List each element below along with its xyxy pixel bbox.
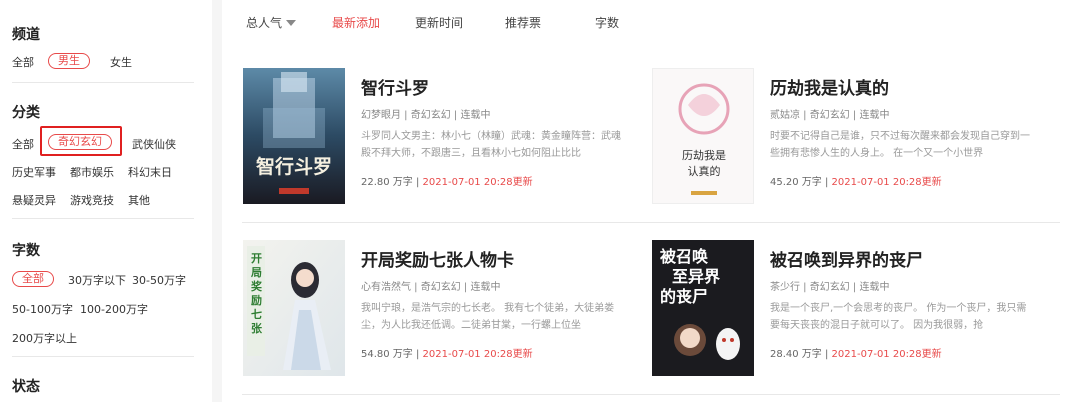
book-wordcount: 54.80 万字 xyxy=(361,349,413,360)
category-wuxia[interactable]: 武侠仙侠 xyxy=(132,136,176,152)
book-footer: 22.80 万字 | 2021-07-01 20:28更新 xyxy=(361,173,533,188)
row-divider xyxy=(242,394,1060,395)
sort-wordcount[interactable]: 字数 xyxy=(595,14,619,31)
cover-title-text: 开局奖励七张 xyxy=(250,252,263,335)
category-games[interactable]: 游戏竞技 xyxy=(70,192,114,208)
book-card[interactable]: 历劫我是 认真的 历劫我是认真的 贰姑凉 | 奇幻玄幻 | 连载中 时要不记得自… xyxy=(652,68,1032,208)
book-card[interactable]: 智行斗罗 智行斗罗 幻梦眼月 | 奇幻玄幻 | 连载中 斗罗同人文男主：林小七（… xyxy=(243,68,623,208)
separator: | xyxy=(412,349,423,360)
book-updated: 2021-07-01 20:28更新 xyxy=(422,177,533,188)
category-other[interactable]: 其他 xyxy=(128,192,150,208)
book-updated: 2021-07-01 20:28更新 xyxy=(831,177,942,188)
book-footer: 54.80 万字 | 2021-07-01 20:28更新 xyxy=(361,345,533,360)
wordcount-30-50[interactable]: 30-50万字 xyxy=(132,272,186,288)
category-fantasy[interactable]: 奇幻玄幻 xyxy=(48,134,112,150)
wordcount-over-200[interactable]: 200万字以上 xyxy=(12,330,77,346)
category-suspense[interactable]: 悬疑灵异 xyxy=(12,192,56,208)
cover-title-text: 智行斗罗 xyxy=(256,155,332,178)
book-updated: 2021-07-01 20:28更新 xyxy=(831,349,942,360)
cover-title-text: 认真的 xyxy=(688,164,721,178)
book-cover[interactable]: 开局奖励七张 xyxy=(243,240,345,376)
category-urban[interactable]: 都市娱乐 xyxy=(70,164,114,180)
book-cover[interactable]: 智行斗罗 xyxy=(243,68,345,204)
sort-popularity-label: 总人气 xyxy=(246,16,283,30)
book-footer: 28.40 万字 | 2021-07-01 20:28更新 xyxy=(770,345,942,360)
book-description: 我叫宁琅，是浩气宗的七长老。 我有七个徒弟，大徒弟娄尘，为人比我还低调。二徒弟甘… xyxy=(361,303,615,331)
book-wordcount: 45.20 万字 xyxy=(770,177,822,188)
book-wordcount: 22.80 万字 xyxy=(361,177,413,188)
sort-newest[interactable]: 最新添加 xyxy=(332,14,380,31)
wordcount-50-100[interactable]: 50-100万字 xyxy=(12,301,73,317)
channel-all[interactable]: 全部 xyxy=(12,54,34,70)
sort-bar: 总人气 最新添加 更新时间 推荐票 字数 xyxy=(222,0,1080,44)
category-title: 分类 xyxy=(12,105,40,121)
book-cover[interactable]: 历劫我是 认真的 xyxy=(652,68,754,204)
book-card[interactable]: 被召唤至异界的丧尸 被召唤到异界的丧尸 茶少行 | 奇幻玄幻 | 连载中 我是一… xyxy=(652,240,1032,380)
separator: | xyxy=(821,349,832,360)
chevron-down-icon xyxy=(286,20,297,26)
filter-sidebar: 频道 全部 男生 女生 分类 全部 奇幻玄幻 武侠仙侠 历史军事 都市娱乐 科幻… xyxy=(0,0,212,402)
book-card[interactable]: 开局奖励七张 开局奖励七张人物卡 心有浩然气 | 奇幻玄幻 | 连载中 我叫宁琅… xyxy=(243,240,623,380)
divider xyxy=(12,356,194,357)
category-all[interactable]: 全部 xyxy=(12,136,34,152)
category-history[interactable]: 历史军事 xyxy=(12,164,56,180)
book-meta: 心有浩然气 | 奇幻玄幻 | 连载中 xyxy=(361,282,501,293)
book-cover[interactable]: 被召唤至异界的丧尸 xyxy=(652,240,754,376)
book-footer: 45.20 万字 | 2021-07-01 20:28更新 xyxy=(770,173,942,188)
separator: | xyxy=(821,177,832,188)
book-updated: 2021-07-01 20:28更新 xyxy=(422,349,533,360)
book-title[interactable]: 历劫我是认真的 xyxy=(770,74,889,99)
book-description: 我是一个丧尸,一个会思考的丧尸。 作为一个丧尸，我只需要每天丧丧的混日子就可以了… xyxy=(770,303,1027,331)
sort-popularity[interactable]: 总人气 xyxy=(246,14,297,31)
book-meta: 茶少行 | 奇幻玄幻 | 连载中 xyxy=(770,282,890,293)
book-meta: 贰姑凉 | 奇幻玄幻 | 连载中 xyxy=(770,110,890,121)
wordcount-all[interactable]: 全部 xyxy=(12,271,54,287)
status-title: 状态 xyxy=(12,379,40,395)
book-description: 斗罗同人文男主：林小七（林瞳）武魂：黄金瞳阵营：武魂殿不拜大师，不跟唐三，且看林… xyxy=(361,131,621,159)
book-title[interactable]: 被召唤到异界的丧尸 xyxy=(770,246,923,271)
book-title[interactable]: 智行斗罗 xyxy=(361,74,429,99)
category-scifi[interactable]: 科幻末日 xyxy=(128,164,172,180)
wordcount-100-200[interactable]: 100-200万字 xyxy=(80,301,148,317)
channel-female[interactable]: 女生 xyxy=(110,54,132,70)
book-description: 时要不记得自己是谁，只不过每次醒来都会发现自己穿到一些拥有悲惨人生的人身上。 在… xyxy=(770,131,1030,159)
channel-male[interactable]: 男生 xyxy=(48,53,90,69)
separator: | xyxy=(412,177,423,188)
book-wordcount: 28.40 万字 xyxy=(770,349,822,360)
book-list-panel: 总人气 最新添加 更新时间 推荐票 字数 智行斗罗 智行斗罗 幻梦眼月 | 奇幻… xyxy=(222,0,1080,402)
sort-votes[interactable]: 推荐票 xyxy=(505,14,541,31)
divider xyxy=(12,218,194,219)
wordcount-title: 字数 xyxy=(12,243,40,259)
book-title[interactable]: 开局奖励七张人物卡 xyxy=(361,246,514,271)
book-meta: 幻梦眼月 | 奇幻玄幻 | 连载中 xyxy=(361,110,491,121)
channel-title: 频道 xyxy=(12,27,40,43)
divider xyxy=(12,82,194,83)
row-divider xyxy=(242,222,1060,223)
cover-title-text: 历劫我是 xyxy=(682,149,726,162)
wordcount-under-30[interactable]: 30万字以下 xyxy=(68,272,126,288)
sort-updated[interactable]: 更新时间 xyxy=(415,14,463,31)
